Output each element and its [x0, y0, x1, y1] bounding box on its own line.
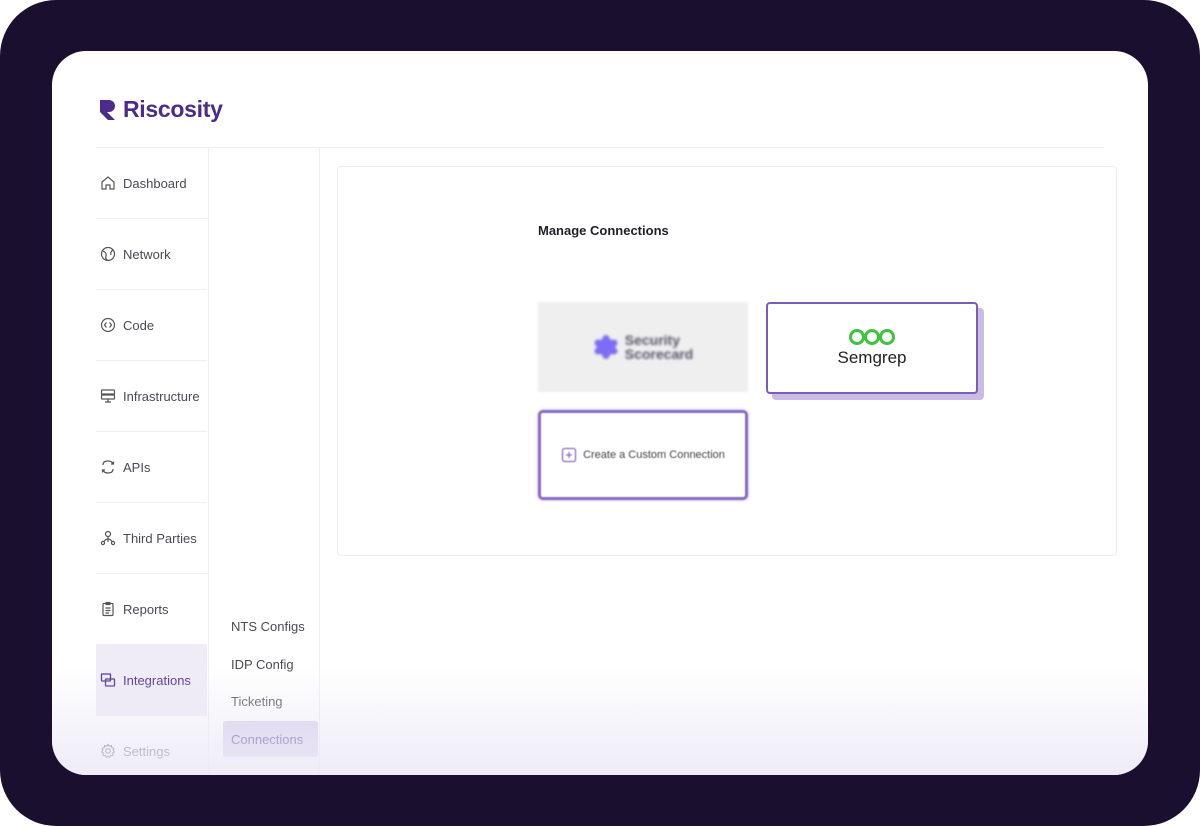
sidebar-item-label: Infrastructure [123, 388, 200, 404]
subnav-item-ticketing[interactable]: Ticketing [223, 683, 318, 719]
sidebar-item-label: Reports [123, 601, 169, 617]
connection-tile-security-scorecard[interactable]: Security Scorecard [538, 302, 748, 392]
sidebar: Dashboard Network Code Infrastructure AP… [96, 148, 209, 775]
connection-tile-semgrep[interactable]: Semgrep [766, 302, 978, 394]
server-icon [99, 387, 117, 405]
sidebar-item-code[interactable]: Code [96, 290, 207, 361]
riscosity-logo-icon [100, 99, 115, 120]
sidebar-item-label: Third Parties [123, 530, 197, 546]
sidebar-item-label: APIs [123, 459, 151, 475]
sidebar-item-dashboard[interactable]: Dashboard [96, 148, 207, 219]
create-custom-connection-button[interactable]: Create a Custom Connection [538, 410, 748, 500]
integrations-subnav: NTS Configs IDP Config Ticketing Connect… [209, 148, 320, 775]
subnav-item-nts-configs[interactable]: NTS Configs [223, 608, 318, 644]
sidebar-item-label: Dashboard [123, 175, 187, 191]
clipboard-icon [99, 600, 117, 618]
sidebar-item-label: Network [123, 246, 171, 262]
gear-icon [99, 742, 117, 760]
sidebar-item-label: Settings [123, 743, 170, 759]
sidebar-item-settings[interactable]: Settings [96, 716, 207, 775]
brand-logo[interactable]: Riscosity [98, 96, 223, 123]
semgrep-name: Semgrep [837, 348, 907, 367]
code-icon [99, 316, 117, 334]
sidebar-item-apis[interactable]: APIs [96, 432, 207, 503]
manage-connections-panel: Manage Connections Security Scorecard Se… [337, 166, 1117, 556]
integrations-icon [99, 671, 117, 689]
plus-square-icon [561, 447, 577, 463]
page-title: Manage Connections [538, 223, 669, 238]
semgrep-logo-icon [849, 329, 895, 345]
sidebar-item-network[interactable]: Network [96, 219, 207, 290]
security-scorecard-name: Security Scorecard [624, 332, 694, 362]
subnav-item-idp-config[interactable]: IDP Config [223, 646, 318, 682]
home-icon [99, 174, 117, 192]
third-parties-icon [99, 529, 117, 547]
sidebar-item-label: Code [123, 317, 155, 333]
sidebar-item-infrastructure[interactable]: Infrastructure [96, 361, 207, 432]
create-custom-connection-label: Create a Custom Connection [583, 449, 725, 461]
security-scorecard-logo-icon [594, 335, 618, 359]
sidebar-item-third-parties[interactable]: Third Parties [96, 503, 207, 574]
api-icon [99, 458, 117, 476]
sidebar-item-label: Integrations [123, 672, 191, 688]
sidebar-item-integrations[interactable]: Integrations [96, 645, 207, 716]
globe-icon [99, 245, 117, 263]
subnav-item-connections[interactable]: Connections [223, 721, 318, 757]
sidebar-item-reports[interactable]: Reports [96, 574, 207, 645]
app-screen: Riscosity Dashboard Network Code Infrast… [52, 51, 1148, 775]
device-frame: Riscosity Dashboard Network Code Infrast… [0, 0, 1200, 826]
brand-name: Riscosity [123, 96, 223, 122]
